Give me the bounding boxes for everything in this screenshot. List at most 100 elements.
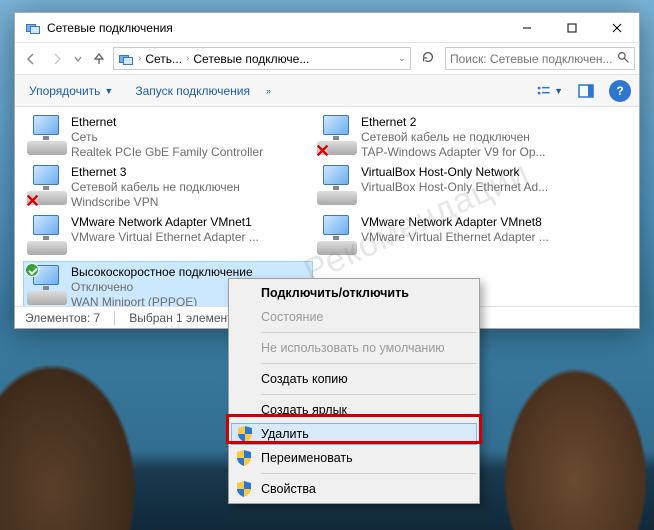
connection-device: Windscribe VPN <box>71 195 240 210</box>
context-menu-label: Удалить <box>261 427 309 441</box>
context-menu-label: Не использовать по умолчанию <box>261 341 445 355</box>
preview-pane-button[interactable] <box>573 79 599 103</box>
network-adapter-icon: ✕ <box>317 115 357 155</box>
error-overlay-icon: ✕ <box>315 141 331 157</box>
connection-device: Realtek PCIe GbE Family Controller <box>71 145 263 160</box>
connection-name: Ethernet <box>71 115 263 130</box>
context-menu-label: Переименовать <box>261 451 353 465</box>
minimize-button[interactable] <box>504 13 549 42</box>
refresh-button[interactable] <box>417 50 439 67</box>
connection-status: Сетевой кабель не подключен <box>361 130 546 145</box>
context-menu-separator <box>261 332 476 333</box>
chevron-down-icon: ▼ <box>554 86 563 96</box>
network-adapter-icon <box>317 215 357 255</box>
connection-name: VirtualBox Host-Only Network <box>361 165 548 180</box>
context-menu-label: Подключить/отключить <box>261 286 409 300</box>
view-options-button[interactable]: ▼ <box>537 79 563 103</box>
status-separator <box>114 311 115 325</box>
shield-icon <box>237 450 253 466</box>
launch-label: Запуск подключения <box>135 84 250 98</box>
context-menu-item[interactable]: Создать копию <box>231 367 477 391</box>
connection-text: EthernetСетьRealtek PCIe GbE Family Cont… <box>71 115 263 160</box>
window-title: Сетевые подключения <box>47 21 504 35</box>
context-menu-label: Свойства <box>261 482 316 496</box>
connection-name: Высокоскоростное подключение <box>71 265 253 280</box>
crumb-chevron-icon[interactable]: › <box>136 53 143 64</box>
context-menu-item[interactable]: Удалить <box>231 423 477 445</box>
status-selected: Выбран 1 элемент <box>129 311 232 325</box>
search-icon[interactable] <box>617 51 630 67</box>
connection-item[interactable]: VMware Network Adapter VMnet1VMware Virt… <box>23 211 313 261</box>
connection-item[interactable]: ✕ Ethernet 3Сетевой кабель не подключенWi… <box>23 161 313 211</box>
context-menu: Подключить/отключить Состояние Не использо… <box>228 278 480 504</box>
breadcrumb-segment[interactable]: Сетевые подключе... <box>191 52 311 66</box>
connection-status: Сеть <box>71 130 263 145</box>
connection-item[interactable]: VirtualBox Host-Only NetworkVirtualBox H… <box>313 161 603 211</box>
network-adapter-icon <box>27 265 67 305</box>
nav-recent-button[interactable] <box>71 47 85 71</box>
context-menu-separator <box>261 394 476 395</box>
context-menu-separator <box>261 363 476 364</box>
status-count: Элементов: 7 <box>25 311 100 325</box>
crumb-chevron-icon[interactable]: › <box>184 53 191 64</box>
connection-status: Сетевой кабель не подключен <box>71 180 240 195</box>
context-menu-item[interactable]: Создать ярлык <box>231 398 477 422</box>
command-bar: Упорядочить ▼ Запуск подключения » ▼ ? <box>15 75 639 107</box>
connection-device: VMware Virtual Ethernet Adapter ... <box>71 230 259 245</box>
connection-device: WAN Miniport (PPPOE) <box>71 295 253 306</box>
shield-icon <box>237 481 253 497</box>
context-menu-label: Создать копию <box>261 372 348 386</box>
context-menu-item[interactable]: Переименовать <box>231 446 477 470</box>
connection-text: Высокоскоростное подключениеОтключеноWAN… <box>71 265 253 306</box>
connection-name: VMware Network Adapter VMnet8 <box>361 215 549 230</box>
nav-up-button[interactable] <box>87 47 111 71</box>
address-dropdown-icon[interactable]: ⌄ <box>396 53 408 64</box>
shield-icon <box>238 426 254 442</box>
titlebar[interactable]: Сетевые подключения <box>15 13 639 43</box>
organize-button[interactable]: Упорядочить ▼ <box>23 81 119 101</box>
network-adapter-icon <box>27 215 67 255</box>
maximize-button[interactable] <box>549 13 594 42</box>
close-button[interactable] <box>594 13 639 42</box>
connection-name: VMware Network Adapter VMnet1 <box>71 215 259 230</box>
context-menu-separator <box>261 473 476 474</box>
context-menu-label: Состояние <box>261 310 323 324</box>
connection-text: VMware Network Adapter VMnet1VMware Virt… <box>71 215 259 245</box>
search-box[interactable] <box>445 47 635 70</box>
help-button[interactable]: ? <box>609 80 631 102</box>
window-icon <box>25 20 41 36</box>
search-input[interactable] <box>450 52 613 66</box>
connection-item[interactable]: EthernetСетьRealtek PCIe GbE Family Cont… <box>23 111 313 161</box>
chevron-down-icon: ▼ <box>104 86 113 96</box>
overflow-chevron-icon[interactable]: » <box>266 86 271 96</box>
connection-text: VirtualBox Host-Only NetworkVirtualBox H… <box>361 165 548 195</box>
nav-back-button[interactable] <box>19 47 43 71</box>
connection-device: VirtualBox Host-Only Ethernet Ad... <box>361 180 548 195</box>
context-menu-item[interactable]: Свойства <box>231 477 477 501</box>
connection-item[interactable]: VMware Network Adapter VMnet8VMware Virt… <box>313 211 603 261</box>
context-menu-item[interactable]: Подключить/отключить <box>231 281 477 305</box>
error-overlay-icon: ✕ <box>25 191 41 207</box>
network-adapter-icon <box>27 115 67 155</box>
breadcrumb-segment[interactable]: Сеть... <box>143 52 184 66</box>
connection-text: Ethernet 3Сетевой кабель не подключенWin… <box>71 165 240 210</box>
connection-device: TAP-Windows Adapter V9 for Op... <box>361 145 546 160</box>
address-bar[interactable]: › Сеть... › Сетевые подключе... ⌄ <box>113 47 411 70</box>
connection-text: Ethernet 2Сетевой кабель не подключенTAP… <box>361 115 546 160</box>
connection-name: Ethernet 3 <box>71 165 240 180</box>
address-icon <box>118 51 134 67</box>
context-menu-label: Создать ярлык <box>261 403 347 417</box>
navigation-bar: › Сеть... › Сетевые подключе... ⌄ <box>15 43 639 75</box>
launch-connection-button[interactable]: Запуск подключения <box>129 81 256 101</box>
enabled-overlay-icon <box>25 263 39 277</box>
connections-list: EthernetСетьRealtek PCIe GbE Family Cont… <box>15 107 639 306</box>
context-menu-item: Состояние <box>231 305 477 329</box>
connection-item[interactable]: ✕ Ethernet 2Сетевой кабель не подключенTA… <box>313 111 603 161</box>
network-adapter-icon <box>317 165 357 205</box>
network-adapter-icon: ✕ <box>27 165 67 205</box>
connection-text: VMware Network Adapter VMnet8VMware Virt… <box>361 215 549 245</box>
context-menu-item: Не использовать по умолчанию <box>231 336 477 360</box>
connection-name: Ethernet 2 <box>361 115 546 130</box>
nav-forward-button[interactable] <box>45 47 69 71</box>
organize-label: Упорядочить <box>29 84 100 98</box>
